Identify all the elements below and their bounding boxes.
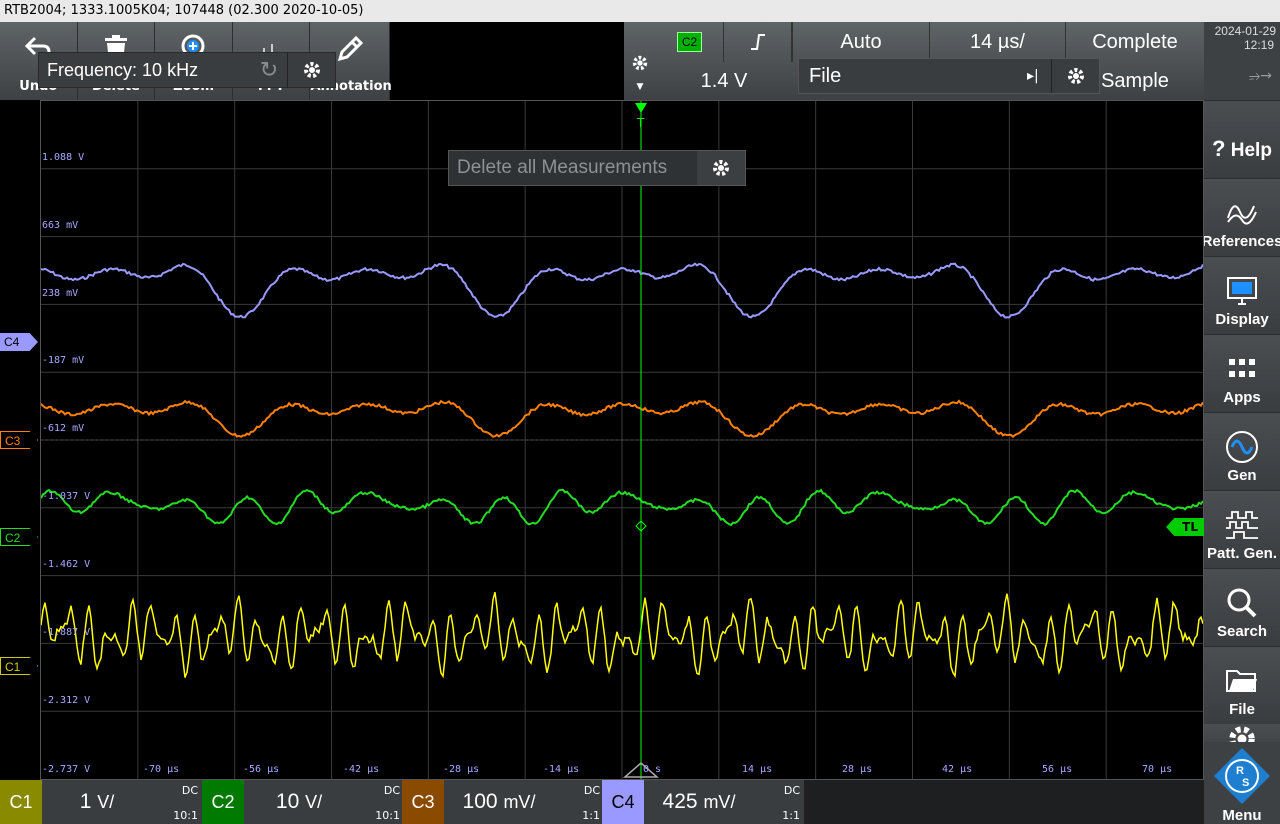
gear-icon: [713, 160, 729, 176]
gear-icon: [1067, 68, 1084, 84]
references-icon: [1226, 193, 1258, 233]
x-label-11: 70 µs: [1142, 764, 1173, 775]
file-settings-button[interactable]: [1051, 59, 1099, 93]
x-label-5: -14 µs: [543, 764, 580, 775]
y-label-4: -187 mV: [42, 355, 85, 366]
delete-measurements-text: Delete all Measurements: [457, 157, 668, 178]
y-label-1: 1.088 V: [42, 152, 85, 163]
timebase[interactable]: 14 µs/: [930, 22, 1066, 62]
apps-icon: [1227, 349, 1257, 389]
c1-tag: C1: [0, 780, 42, 824]
play-icon[interactable]: ▸|: [1027, 68, 1051, 84]
c2-tag: C2: [202, 780, 244, 824]
refresh-icon[interactable]: ↻: [251, 58, 287, 83]
chevron-down-icon: ▼: [636, 82, 644, 92]
pattern-generator-button[interactable]: Patt. Gen.: [1204, 490, 1280, 568]
c2-coupling: DC: [383, 784, 400, 797]
window-title: RTB2004; 1333.1005K04; 107448 (02.300 20…: [0, 0, 1280, 22]
y-label-7: -1.462 V: [42, 559, 91, 570]
time-text: 12:19: [1243, 38, 1274, 52]
frequency-text: Frequency: 10 kHz: [47, 59, 199, 80]
waveform-display[interactable]: T: [40, 100, 1204, 780]
x-label-1: -70 µs: [143, 764, 180, 775]
channel-c2[interactable]: C2 10 V/ DC 10:1: [202, 780, 404, 824]
c4-tag: C4: [602, 780, 644, 824]
c1-coupling: DC: [181, 784, 198, 797]
pattern-generator-icon: [1224, 505, 1260, 545]
search-button[interactable]: Search: [1204, 568, 1280, 646]
trigger-source[interactable]: C2: [656, 22, 724, 62]
help-icon: ?: [1212, 136, 1226, 161]
y-label-8: -1.887 V: [42, 627, 91, 638]
y-label-5: -612 mV: [42, 423, 85, 434]
c4-probe: 1:1: [782, 809, 800, 822]
svg-text:R: R: [1236, 765, 1244, 777]
c3-tag: C3: [402, 780, 444, 824]
x-label-9: 42 µs: [942, 764, 973, 775]
gear-icon: [632, 55, 648, 71]
x-label-4: -28 µs: [443, 764, 480, 775]
channel-bar: C1 1 V/ DC 10:1 C2 10 V/ DC 10:1 C3 100 …: [0, 780, 1204, 824]
trigger-mode[interactable]: Auto: [792, 22, 930, 62]
y-label-9: -2.312 V: [42, 695, 91, 706]
trigger-level[interactable]: 1.4 V: [656, 62, 792, 100]
menu-label: Menu: [1222, 807, 1262, 824]
y-label-2: 663 mV: [42, 220, 79, 231]
y-label-3: 238 mV: [42, 288, 79, 299]
channel-c4[interactable]: C4 425 mV/ DC 1:1: [602, 780, 804, 824]
delete-measurements-popup[interactable]: Delete all Measurements: [448, 150, 746, 186]
gear-icon: [303, 62, 320, 78]
x-label-2: -56 µs: [243, 764, 280, 775]
frequency-popup[interactable]: Frequency: 10 kHz ↻: [38, 52, 336, 88]
x-label-10: 56 µs: [1042, 764, 1073, 775]
x-label-6: 0 s: [643, 764, 662, 775]
references-button[interactable]: References: [1202, 178, 1280, 256]
channel-c1[interactable]: C1 1 V/ DC 10:1: [0, 780, 202, 824]
waveform-canvas: T: [40, 101, 1204, 779]
help-button[interactable]: ? Help: [1204, 100, 1280, 178]
x-label-7: 14 µs: [742, 764, 773, 775]
usb-icon: ⭌→: [1249, 68, 1272, 84]
frequency-settings-button[interactable]: [287, 52, 335, 88]
c3-probe: 1:1: [582, 809, 600, 822]
generator-icon: [1224, 427, 1260, 467]
rising-edge-icon: [750, 34, 765, 50]
trigger-settings-button[interactable]: ▼: [624, 22, 656, 100]
display-button[interactable]: Display: [1204, 256, 1280, 334]
y-label-10: -2.737 V: [42, 764, 91, 775]
svg-text:S: S: [1242, 777, 1249, 789]
trigger-t-mark: T: [636, 116, 645, 130]
x-label-8: 28 µs: [842, 764, 873, 775]
y-label-6: -1.037 V: [42, 491, 91, 502]
acquisition-state[interactable]: Complete: [1066, 22, 1204, 62]
channel-c3[interactable]: C3 100 mV/ DC 1:1: [402, 780, 604, 824]
gen-button[interactable]: Gen: [1204, 412, 1280, 490]
file-dropdown-label: File: [809, 64, 842, 87]
folder-icon: [1225, 661, 1259, 701]
trigger-position-marker: [635, 103, 647, 113]
display-icon: [1226, 271, 1258, 311]
rs-logo-icon: R S: [1214, 748, 1270, 804]
menu-button[interactable]: R S Menu: [1204, 742, 1280, 824]
c2-probe: 10:1: [375, 809, 400, 822]
c1-probe: 10:1: [173, 809, 198, 822]
trigger-slope[interactable]: [724, 22, 792, 62]
measurement-settings-button[interactable]: [697, 151, 745, 185]
c4-coupling: DC: [783, 784, 800, 797]
file-dropdown[interactable]: File ▸|: [798, 58, 1100, 94]
apps-button[interactable]: Apps: [1204, 334, 1280, 412]
x-label-3: -42 µs: [343, 764, 380, 775]
date-text: 2024-01-29: [1214, 24, 1276, 38]
right-panel: 2024-01-29 12:19 ⭌→ ? Help References Di…: [1202, 22, 1280, 824]
pen-icon: [334, 32, 366, 66]
trigger-bar: C2 1.4 V Auto 14 µs/ Complete Sample Fil…: [656, 22, 1204, 100]
file-button[interactable]: File: [1204, 646, 1280, 724]
c3-coupling: DC: [583, 784, 600, 797]
search-icon: [1226, 583, 1258, 623]
